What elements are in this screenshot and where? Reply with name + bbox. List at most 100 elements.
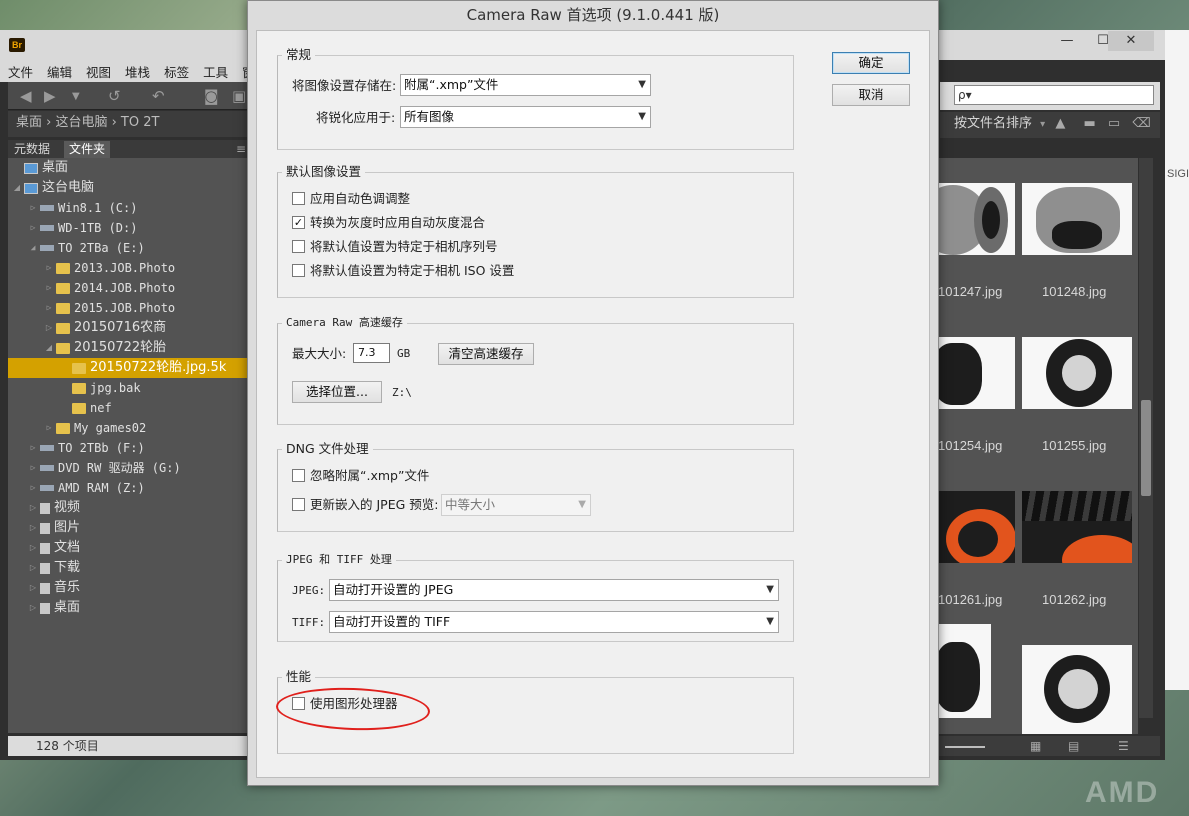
tree-item-library[interactable]: ▷ 图片 xyxy=(8,518,248,538)
tree-item-drive-g[interactable]: ▷ DVD RW 驱动器 (G:) xyxy=(8,458,248,478)
thumbnail-image[interactable] xyxy=(1022,337,1132,409)
scrollbar-thumb[interactable] xyxy=(1141,400,1151,496)
forward-icon[interactable]: ▶ xyxy=(44,87,56,105)
tree-item-folder[interactable]: ▷ 20150716农商 xyxy=(8,318,248,338)
breadcrumb[interactable]: 桌面 › 这台电脑 › TO 2T xyxy=(8,111,248,137)
expand-icon[interactable]: ▷ xyxy=(44,278,54,298)
expand-icon[interactable]: ▷ xyxy=(28,458,38,478)
tiff-handling-select[interactable]: 自动打开设置的 TIFF ▼ xyxy=(329,611,779,633)
ok-button[interactable]: 确定 xyxy=(832,52,910,74)
tree-item-folder[interactable]: ◢ 20150722轮胎 xyxy=(8,338,248,358)
expand-icon[interactable]: ◢ xyxy=(12,178,22,198)
tree-item-folder[interactable]: jpg.bak xyxy=(8,378,248,398)
expand-icon[interactable]: ▷ xyxy=(28,438,38,458)
menu-edit[interactable]: 编辑 xyxy=(47,62,72,80)
tab-folders[interactable]: 文件夹 xyxy=(64,141,111,158)
search-input[interactable]: ρ▾ xyxy=(954,85,1154,105)
expand-icon[interactable]: ▷ xyxy=(28,578,38,598)
camera-icon[interactable]: ◙ xyxy=(204,87,219,105)
delete-icon[interactable]: ⌫ xyxy=(1132,116,1150,131)
tree-item-folder[interactable]: nef xyxy=(8,398,248,418)
tree-item-folder[interactable]: ▷ 2014.JOB.Photo xyxy=(8,278,248,298)
max-size-input[interactable]: 7.3 xyxy=(353,343,390,363)
tree-item-drive-e[interactable]: ◢ TO 2TBa (E:) xyxy=(8,238,248,258)
expand-icon[interactable]: ▷ xyxy=(28,218,38,238)
tree-item-drive-z[interactable]: ▷ AMD RAM (Z:) xyxy=(8,478,248,498)
save-settings-select[interactable]: 附属“.xmp”文件 ▼ xyxy=(400,74,651,96)
thumbnail-image[interactable] xyxy=(1022,491,1132,563)
expand-icon[interactable]: ▷ xyxy=(28,598,38,618)
thumbnail-image[interactable] xyxy=(938,491,1015,563)
tree-item-drive-c[interactable]: ▷ Win8.1 (C:) xyxy=(8,198,248,218)
expand-icon[interactable]: ▷ xyxy=(28,538,38,558)
expand-icon[interactable]: ▷ xyxy=(44,258,54,278)
tree-item-folder[interactable]: ▷ My games02 xyxy=(8,418,248,438)
back-icon[interactable]: ◀ xyxy=(20,87,32,105)
details-view-icon[interactable]: ☰ xyxy=(1118,739,1129,753)
list-view-icon[interactable]: ▤ xyxy=(1068,739,1079,753)
menu-label[interactable]: 标签 xyxy=(164,62,189,80)
close-button[interactable]: ✕ xyxy=(1108,31,1154,51)
rotate-thumbnail-icon[interactable]: ▭ xyxy=(1108,116,1120,131)
purge-cache-button[interactable]: 清空高速缓存 xyxy=(438,343,534,365)
expand-icon[interactable]: ▷ xyxy=(28,198,38,218)
auto-tone-checkbox[interactable] xyxy=(292,192,305,205)
camera-iso-checkbox[interactable] xyxy=(292,264,305,277)
grid-view-icon[interactable]: ▦ xyxy=(1030,739,1041,753)
tree-item-library[interactable]: ▷ 音乐 xyxy=(8,578,248,598)
tree-item-library[interactable]: ▷ 视频 xyxy=(8,498,248,518)
tree-item-folder[interactable]: ▷ 2015.JOB.Photo xyxy=(8,298,248,318)
expand-icon[interactable]: ▷ xyxy=(28,518,38,538)
update-jpeg-checkbox[interactable] xyxy=(292,498,305,511)
sharpening-select[interactable]: 所有图像 ▼ xyxy=(400,106,651,128)
refine-icon[interactable]: ▣ xyxy=(232,87,246,105)
sort-dropdown[interactable]: 按文件名排序 xyxy=(954,116,1032,131)
new-folder-icon[interactable]: ▬ xyxy=(1083,116,1095,131)
grayscale-mix-checkbox[interactable]: ✓ xyxy=(292,216,305,229)
cancel-button[interactable]: 取消 xyxy=(832,84,910,106)
thumbnail-image[interactable] xyxy=(938,337,1015,409)
tree-item-selected-folder[interactable]: 20150722轮胎.jpg.5k xyxy=(8,358,248,378)
sort-caret-icon[interactable]: ▾ xyxy=(1040,119,1045,130)
rotate-icon[interactable]: ↶ xyxy=(152,87,165,105)
tree-item-this-pc[interactable]: ◢ 这台电脑 xyxy=(8,178,248,198)
tree-item-desktop[interactable]: 桌面 xyxy=(8,158,248,178)
preview-size-select[interactable]: 中等大小 ▼ xyxy=(441,494,591,516)
tree-item-drive-d[interactable]: ▷ WD-1TB (D:) xyxy=(8,218,248,238)
thumbnail-label[interactable]: 101247.jpg xyxy=(938,284,1002,299)
sort-ascending-icon[interactable]: ▲ xyxy=(1055,116,1065,131)
menu-tools[interactable]: 工具 xyxy=(203,62,228,80)
thumbnail-image[interactable] xyxy=(1022,645,1132,734)
menu-view[interactable]: 视图 xyxy=(86,62,111,80)
thumbnail-image[interactable] xyxy=(938,183,1015,255)
thumbnail-label[interactable]: 101248.jpg xyxy=(1042,284,1106,299)
thumbnail-image[interactable] xyxy=(938,624,991,718)
thumbnail-label[interactable]: 101254.jpg xyxy=(938,438,1002,453)
expand-icon[interactable]: ▷ xyxy=(28,478,38,498)
expand-icon[interactable]: ▷ xyxy=(44,298,54,318)
expand-icon[interactable]: ▷ xyxy=(28,498,38,518)
tree-item-folder[interactable]: ▷ 2013.JOB.Photo xyxy=(8,258,248,278)
expand-icon[interactable]: ▷ xyxy=(44,318,54,338)
tree-item-drive-f[interactable]: ▷ TO 2TBb (F:) xyxy=(8,438,248,458)
history-dropdown-icon[interactable]: ▼ xyxy=(72,91,80,102)
menu-stack[interactable]: 堆栈 xyxy=(125,62,150,80)
ignore-xmp-checkbox[interactable] xyxy=(292,469,305,482)
expand-icon[interactable]: ◢ xyxy=(28,238,38,258)
select-location-button[interactable]: 选择位置... xyxy=(292,381,382,403)
tree-item-library[interactable]: ▷ 下载 xyxy=(8,558,248,578)
boomerang-icon[interactable]: ↺ xyxy=(108,87,121,105)
panel-menu-icon[interactable]: ≡ xyxy=(236,141,246,158)
thumbnail-image[interactable] xyxy=(1022,183,1132,255)
thumbnail-label[interactable]: 101255.jpg xyxy=(1042,438,1106,453)
expand-icon[interactable]: ◢ xyxy=(44,338,54,358)
jpeg-handling-select[interactable]: 自动打开设置的 JPEG ▼ xyxy=(329,579,779,601)
expand-icon[interactable]: ▷ xyxy=(28,558,38,578)
thumbnail-label[interactable]: 101261.jpg xyxy=(938,592,1002,607)
menu-file[interactable]: 文件 xyxy=(8,62,33,80)
tab-metadata[interactable]: 元数据 xyxy=(9,141,55,158)
camera-serial-checkbox[interactable] xyxy=(292,240,305,253)
tree-item-library[interactable]: ▷ 桌面 xyxy=(8,598,248,618)
expand-icon[interactable]: ▷ xyxy=(44,418,54,438)
thumbnail-size-slider[interactable] xyxy=(945,746,985,748)
